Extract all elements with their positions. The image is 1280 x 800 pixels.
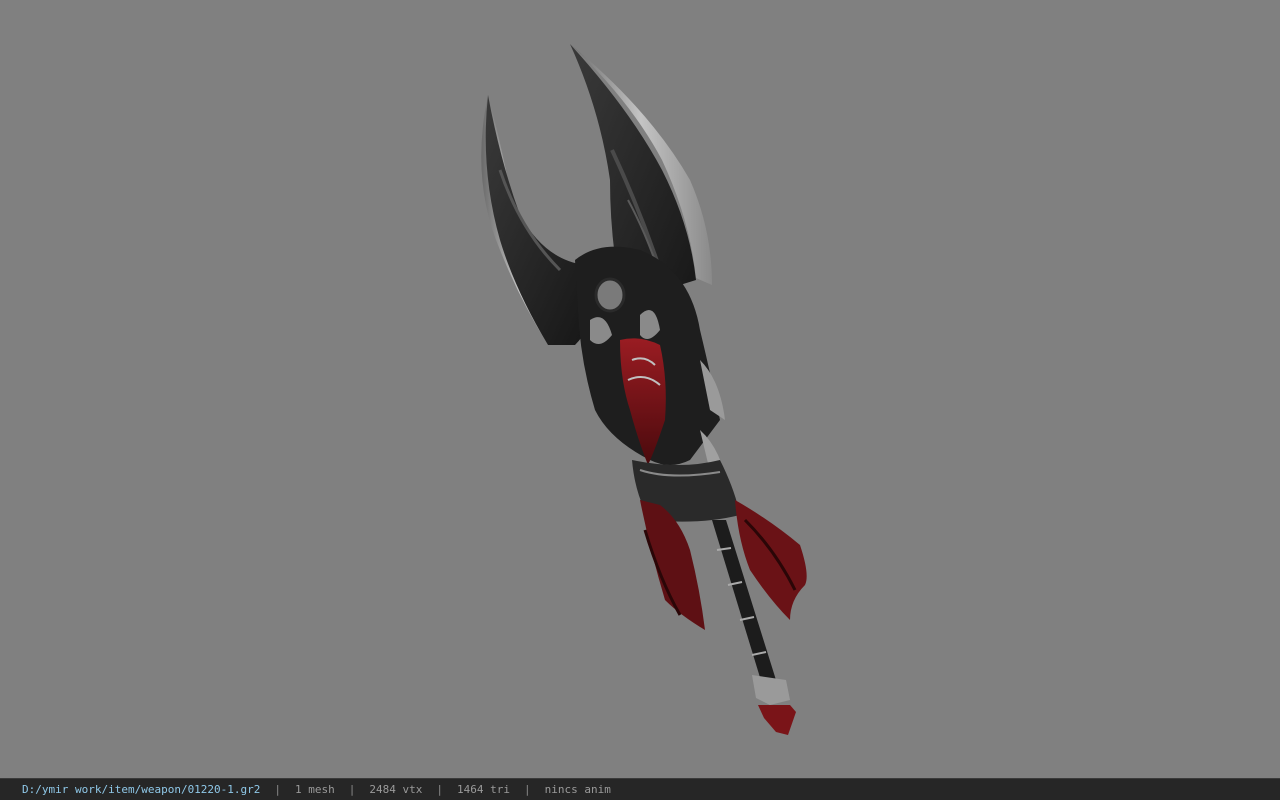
triangle-count: 1464 tri	[457, 783, 511, 796]
status-separator: |	[274, 783, 282, 796]
model-viewport[interactable]	[0, 0, 1280, 778]
status-separator: |	[436, 783, 444, 796]
status-bar: D:/ymir work/item/weapon/01220-1.gr2 | 1…	[0, 778, 1280, 800]
status-separator: |	[524, 783, 531, 796]
file-path: D:/ymir work/item/weapon/01220-1.gr2	[22, 783, 261, 796]
vertex-count: 2484 vtx	[369, 783, 423, 796]
weapon-model	[481, 44, 807, 735]
animation-status: nincs anim	[544, 783, 611, 796]
pommel	[752, 675, 790, 705]
status-separator: |	[348, 783, 356, 796]
mesh-count: 1 mesh	[295, 783, 335, 796]
